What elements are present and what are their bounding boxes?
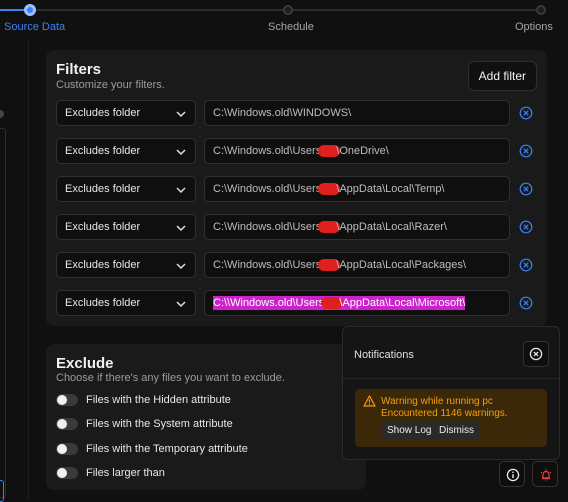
toggle-switch[interactable] — [56, 467, 78, 479]
filter-type-label: Excludes folder — [65, 107, 141, 119]
chevron-down-icon — [176, 111, 186, 118]
option-label: Files larger than — [86, 467, 165, 479]
option-label: Files with the Hidden attribute — [86, 394, 231, 406]
step-label-options[interactable]: Options — [515, 21, 553, 33]
filter-path-input[interactable]: C:\\Windows.old\Users\ \AppData\Local\Mic… — [204, 290, 510, 316]
info-button[interactable] — [499, 461, 525, 487]
left-panel-active-item[interactable] — [0, 480, 4, 502]
alerts-button[interactable] — [532, 461, 558, 487]
warning-icon — [363, 395, 376, 407]
left-panel — [0, 40, 29, 502]
show-log-button[interactable]: Show Log — [382, 422, 437, 440]
remove-filter-icon[interactable] — [519, 296, 533, 310]
filter-type-select[interactable]: Excludes folder — [56, 176, 196, 202]
close-circle-icon — [529, 347, 543, 361]
exclude-title: Exclude — [56, 355, 114, 372]
filter-row: Excludes folder C:\Windows.old\Users\ \On… — [56, 138, 536, 164]
dismiss-button[interactable]: Dismiss — [434, 422, 479, 440]
filter-row: Excludes folder C:\Windows.old\WINDOWS\ — [56, 100, 536, 126]
toggle-knob — [57, 395, 67, 405]
remove-filter-icon[interactable] — [519, 220, 533, 234]
filter-path-input[interactable]: C:\Windows.old\WINDOWS\ — [204, 100, 510, 126]
notifications-title: Notifications — [354, 349, 414, 361]
filter-row: Excludes folder C:\Windows.old\Users\ \Ap… — [56, 214, 536, 240]
toggle-knob — [57, 444, 67, 454]
filter-type-label: Excludes folder — [65, 183, 141, 195]
filter-type-label: Excludes folder — [65, 259, 141, 271]
filter-row: Excludes folder C:\\Windows.old\Users\ \A… — [56, 290, 536, 316]
exclude-subtitle: Choose if there's any files you want to … — [56, 372, 285, 384]
filter-type-label: Excludes folder — [65, 297, 141, 309]
filter-row: Excludes folder C:\Windows.old\Users\ \Ap… — [56, 176, 536, 202]
remove-filter-icon[interactable] — [519, 182, 533, 196]
filter-type-select[interactable]: Excludes folder — [56, 214, 196, 240]
filter-type-select[interactable]: Excludes folder — [56, 100, 196, 126]
stepper: Source Data Schedule Options — [0, 0, 568, 40]
filter-type-select[interactable]: Excludes folder — [56, 252, 196, 278]
divider — [343, 378, 559, 379]
toggle-knob — [57, 419, 67, 429]
chevron-down-icon — [176, 301, 186, 308]
step-dot-source-data[interactable] — [24, 4, 36, 16]
filters-card: Filters Customize your filters. Add filt… — [46, 50, 547, 326]
filter-path-input[interactable]: C:\Windows.old\Users\ \OneDrive\ — [204, 138, 510, 164]
remove-filter-icon[interactable] — [519, 258, 533, 272]
step-dot-schedule[interactable] — [283, 5, 293, 15]
step-dot-options[interactable] — [536, 5, 546, 15]
toggle-switch[interactable] — [56, 394, 78, 406]
filter-path-text: C:\Windows.old\WINDOWS\ — [213, 107, 352, 119]
chevron-down-icon — [176, 225, 186, 232]
left-panel-list[interactable] — [0, 128, 6, 498]
left-panel-indicator — [0, 110, 4, 118]
filter-path-input[interactable]: C:\Windows.old\Users\ \AppData\Local\Raze… — [204, 214, 510, 240]
filter-type-label: Excludes folder — [65, 221, 141, 233]
option-label: Files with the System attribute — [86, 418, 233, 430]
remove-filter-icon[interactable] — [519, 106, 533, 120]
info-icon — [506, 468, 520, 482]
exclude-card: Exclude Choose if there's any files you … — [46, 344, 366, 490]
chevron-down-icon — [176, 149, 186, 156]
filters-subtitle: Customize your filters. — [56, 79, 165, 91]
filter-path-text: C:\Windows.old\Users\ \AppData\Local\Raze… — [213, 221, 447, 234]
step-label-source-data[interactable]: Source Data — [4, 21, 65, 33]
filter-type-select[interactable]: Excludes folder — [56, 138, 196, 164]
filter-row: Excludes folder C:\Windows.old\Users\ \Ap… — [56, 252, 536, 278]
toggle-switch[interactable] — [56, 418, 78, 430]
notifications-close-button[interactable] — [523, 341, 549, 367]
filter-path-text: C:\Windows.old\Users\ \OneDrive\ — [213, 145, 389, 158]
filter-path-text: C:\Windows.old\Users\ \AppData\Local\Temp… — [213, 183, 445, 196]
alarm-bell-icon — [540, 469, 552, 481]
warning-title: Warning while running pc — [381, 396, 493, 407]
filters-title: Filters — [56, 61, 102, 78]
filter-type-label: Excludes folder — [65, 145, 141, 157]
option-label: Files with the Temporary attribute — [86, 443, 248, 455]
step-label-schedule[interactable]: Schedule — [268, 21, 314, 33]
toggle-knob — [57, 468, 67, 478]
filter-path-text-selected: C:\\Windows.old\Users\ \AppData\Local\Mic… — [213, 296, 466, 311]
chevron-down-icon — [176, 263, 186, 270]
filter-type-select[interactable]: Excludes folder — [56, 290, 196, 316]
filter-path-input[interactable]: C:\Windows.old\Users\ \AppData\Local\Temp… — [204, 176, 510, 202]
chevron-down-icon — [176, 187, 186, 194]
warning-message: Encountered 1146 warnings. — [381, 408, 508, 419]
add-filter-button[interactable]: Add filter — [467, 61, 537, 91]
filter-path-input[interactable]: C:\Windows.old\Users\ \AppData\Local\Pack… — [204, 252, 510, 278]
warning-notification: Warning while running pc Encountered 114… — [355, 389, 547, 447]
filter-path-text: C:\Windows.old\Users\ \AppData\Local\Pack… — [213, 259, 466, 272]
notifications-panel: Notifications Warning while running pc E… — [342, 326, 560, 460]
toggle-switch[interactable] — [56, 443, 78, 455]
remove-filter-icon[interactable] — [519, 144, 533, 158]
